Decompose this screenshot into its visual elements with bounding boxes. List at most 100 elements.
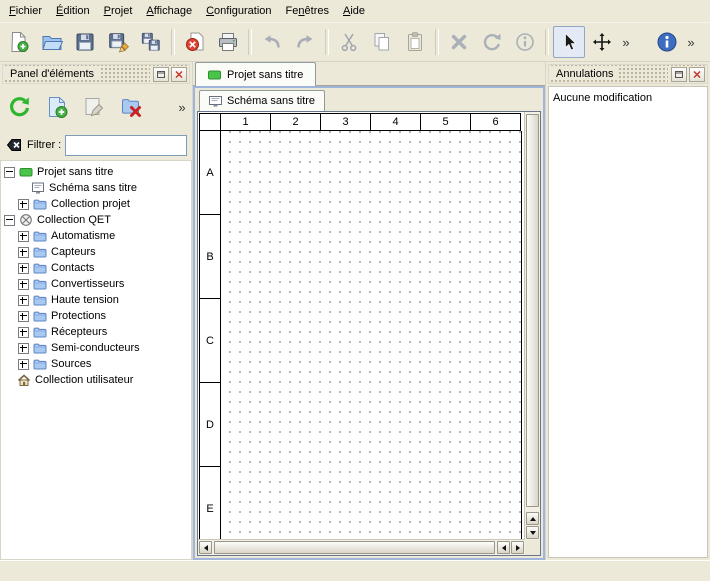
scroll-left-button[interactable] [199,541,212,554]
elements-panel-titlebar[interactable]: Panel d'éléments [2,64,190,84]
tree-expander[interactable] [18,199,29,210]
tree-item-automatisme[interactable]: Automatisme [1,228,191,244]
column-header: 6 [471,113,521,131]
scroll-up-button[interactable] [526,512,539,525]
reload-icon [8,95,32,119]
close-panel-button[interactable] [171,67,187,82]
row-header: B [199,215,221,299]
delete-button[interactable] [443,26,475,58]
tree-expander[interactable] [18,343,29,354]
elements-toolbar-overflow[interactable]: » [175,91,189,123]
save-as-icon [107,31,129,53]
new-element-button[interactable] [40,90,74,124]
vertical-scrollbar[interactable] [524,112,540,540]
menu-configuration[interactable]: Configuration [199,0,278,22]
tree-expander[interactable] [4,167,15,178]
menu-affichage[interactable]: Affichage [139,0,199,22]
diagram-page: 123456 ABCDE [199,113,521,131]
new-project-button[interactable] [3,26,35,58]
rotate-button[interactable] [476,26,508,58]
tree-item-projet-sans-titre[interactable]: Projet sans titre [1,164,191,180]
tree-expander[interactable] [4,215,15,226]
column-header: 2 [271,113,321,131]
float-icon [675,71,683,78]
float-panel-button[interactable] [671,67,687,82]
edit-info-button[interactable] [509,26,541,58]
scrollbar-corner [525,540,540,555]
redo-button[interactable] [289,26,321,58]
undo-panel-titlebar[interactable]: Annulations [548,64,708,84]
arrow-left-icon [204,545,208,551]
menu-aide[interactable]: Aide [336,0,372,22]
tree-expander[interactable] [18,231,29,242]
tree-item-collection-utilisateur[interactable]: Collection utilisateur [1,372,191,388]
undo-button[interactable] [256,26,288,58]
elements-panel-title: Panel d'éléments [5,68,99,80]
tree-expander[interactable] [18,311,29,322]
copy-button[interactable] [366,26,398,58]
save-all-button[interactable] [135,26,167,58]
undo-panel: Annulations Aucune modification [545,62,710,560]
main-area: Panel d'éléments » Filtrer : [0,62,710,560]
tree-item-collection-qet[interactable]: Collection QET [1,212,191,228]
tree-expander[interactable] [18,247,29,258]
redo-icon [294,31,316,53]
scroll-left-button-2[interactable] [497,541,510,554]
grid-area[interactable] [221,131,522,540]
close-panel-button[interactable] [689,67,705,82]
tree-item-protections[interactable]: Protections [1,308,191,324]
tree-item-contacts[interactable]: Contacts [1,260,191,276]
scroll-mode-button[interactable] [586,26,618,58]
info-icon [514,31,536,53]
tab-project[interactable]: Projet sans titre [195,62,316,86]
scroll-right-button[interactable] [511,541,524,554]
elements-toolbar: » [0,84,192,130]
tree-item-haute-tension[interactable]: Haute tension [1,292,191,308]
menu-fichier[interactable]: Fichier [2,0,49,22]
tree-expander[interactable] [18,295,29,306]
tab-schema[interactable]: Schéma sans titre [199,90,325,111]
about-qet-button[interactable] [651,26,683,58]
toolbar-overflow-2[interactable]: » [684,27,698,57]
paste-button[interactable] [399,26,431,58]
scroll-down-button[interactable] [526,526,539,539]
new-element-icon [45,95,69,119]
toolbar-overflow-1[interactable]: » [619,27,633,57]
open-project-button[interactable] [36,26,68,58]
horizontal-scrollbar[interactable] [198,539,525,555]
menu-fenetres[interactable]: Fenêtres [279,0,336,22]
delete-element-button[interactable] [114,90,148,124]
menu-edition[interactable]: Édition [49,0,97,22]
tree-item-semi-conducteurs[interactable]: Semi-conducteurs [1,340,191,356]
print-button[interactable] [212,26,244,58]
tree-item-sources[interactable]: Sources [1,356,191,372]
clear-filter-button[interactable] [5,137,23,153]
hscroll-thumb[interactable] [214,541,495,554]
tree-expander[interactable] [18,263,29,274]
filter-input[interactable] [65,135,187,156]
reload-collections-button[interactable] [3,90,37,124]
vscroll-thumb[interactable] [526,114,539,507]
cut-button[interactable] [333,26,365,58]
close-file-button[interactable] [179,26,211,58]
menu-projet[interactable]: Projet [97,0,140,22]
print-icon [217,31,239,53]
tree-item-capteurs[interactable]: Capteurs [1,244,191,260]
float-panel-button[interactable] [153,67,169,82]
tree-item-schema-sans-titre[interactable]: Schéma sans titre [1,180,191,196]
tree-item-recepteurs[interactable]: Récepteurs [1,324,191,340]
tree-expander[interactable] [18,359,29,370]
tree-expander[interactable] [18,279,29,290]
diagram-canvas[interactable]: 123456 ABCDE [198,112,525,540]
save-button[interactable] [69,26,101,58]
tree-expander[interactable] [18,327,29,338]
home-icon [16,373,32,387]
tree-item-label: Protections [51,310,106,322]
pointer-icon [558,31,580,53]
project-icon [208,70,221,80]
edit-element-button[interactable] [77,90,111,124]
save-as-button[interactable] [102,26,134,58]
tree-item-collection-projet[interactable]: Collection projet [1,196,191,212]
select-mode-button[interactable] [553,26,585,58]
tree-item-convertisseurs[interactable]: Convertisseurs [1,276,191,292]
